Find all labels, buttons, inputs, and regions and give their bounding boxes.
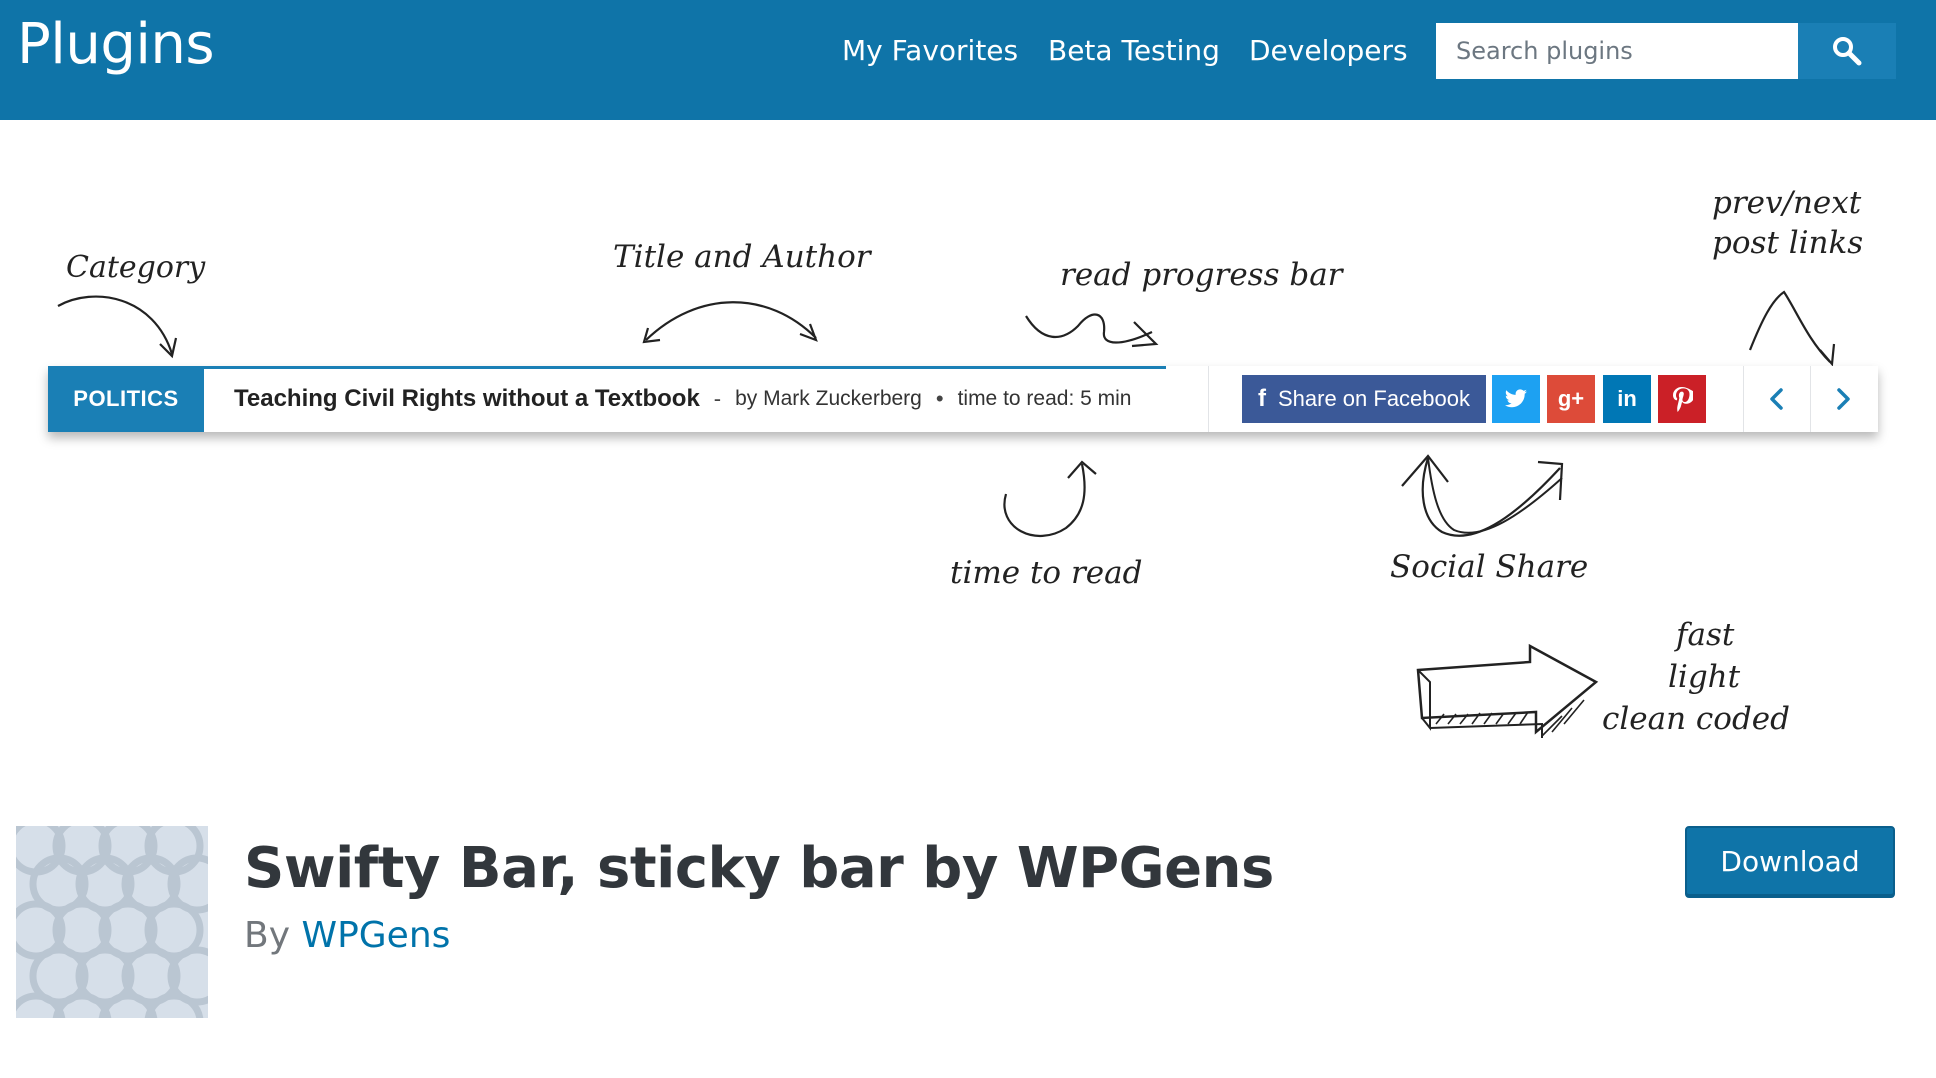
demo-share-twitter <box>1492 375 1540 423</box>
demo-time-to-read: time to read: 5 min <box>957 387 1132 410</box>
plugin-author-line: By WPGens <box>244 915 450 956</box>
demo-separator-dash: - <box>713 386 722 411</box>
demo-sticky-bar: POLITICS Teaching Civil Rights without a… <box>48 366 1878 432</box>
annotation-title-author: Title and Author <box>613 239 871 275</box>
arrow-category-sketch <box>57 295 178 359</box>
annotation-fast: fast <box>1676 617 1735 653</box>
linkedin-icon: in <box>1617 386 1637 411</box>
annotation-prevnext-1: prev/next <box>1712 185 1862 221</box>
arrow-time-to-read-sketch <box>1003 460 1097 538</box>
arrow-progress-sketch <box>1025 313 1159 348</box>
block-arrow-sketch <box>1416 643 1599 738</box>
plugin-author-link[interactable]: WPGens <box>301 915 450 956</box>
demo-read-progress-bar <box>204 366 1166 369</box>
chevron-right-icon <box>1837 388 1850 410</box>
search-button[interactable] <box>1798 23 1896 79</box>
demo-share-pinterest <box>1658 375 1706 423</box>
demo-post-author: by Mark Zuckerberg <box>735 387 922 410</box>
download-button[interactable]: Download <box>1685 826 1895 896</box>
twitter-icon <box>1505 389 1527 408</box>
nav-my-favorites[interactable]: My Favorites <box>842 34 1018 67</box>
demo-share-facebook: f Share on Facebook <box>1242 375 1486 423</box>
plugin-title: Swifty Bar, sticky bar by WPGens <box>244 836 1274 901</box>
demo-share-googleplus: g+ <box>1547 375 1595 423</box>
site-title[interactable]: Plugins <box>17 12 215 77</box>
annotation-prevnext-2: post links <box>1712 225 1864 261</box>
circles-pattern-icon <box>16 826 208 1018</box>
search-form <box>1436 23 1896 79</box>
nav-beta-testing[interactable]: Beta Testing <box>1048 34 1220 67</box>
pinterest-icon <box>1673 387 1693 412</box>
chevron-left-icon <box>1770 388 1783 410</box>
annotation-clean-coded: clean coded <box>1602 701 1790 737</box>
annotation-social-share: Social Share <box>1390 549 1589 585</box>
demo-category-badge: POLITICS <box>48 366 204 432</box>
annotation-time-to-read: time to read <box>950 555 1143 591</box>
search-input[interactable] <box>1436 23 1798 79</box>
demo-separator-dot: • <box>935 386 944 411</box>
by-label: By <box>244 915 291 956</box>
arrow-title-author-sketch <box>642 301 818 344</box>
site-header: Plugins My Favorites Beta Testing Develo… <box>0 0 1936 120</box>
plugin-icon <box>16 826 208 1018</box>
annotation-progress-bar: read progress bar <box>1060 257 1343 293</box>
demo-next-post <box>1810 366 1876 432</box>
demo-post-title: Teaching Civil Rights without a Textbook <box>234 385 700 412</box>
plugin-banner: Category Title and Author read progress … <box>0 120 1936 760</box>
demo-divider <box>1208 366 1209 432</box>
arrow-prevnext-sketch <box>1748 290 1836 367</box>
annotation-light: light <box>1668 659 1741 695</box>
facebook-icon: f <box>1257 385 1266 412</box>
googleplus-icon: g+ <box>1557 386 1585 411</box>
arrow-social-share-sketch <box>1401 454 1564 537</box>
annotation-category: Category <box>66 250 206 285</box>
nav-developers[interactable]: Developers <box>1249 34 1408 67</box>
share-facebook-label: Share on Facebook <box>1277 386 1471 411</box>
demo-prev-post <box>1744 366 1810 432</box>
search-icon <box>1833 37 1862 66</box>
demo-share-linkedin: in <box>1603 375 1651 423</box>
